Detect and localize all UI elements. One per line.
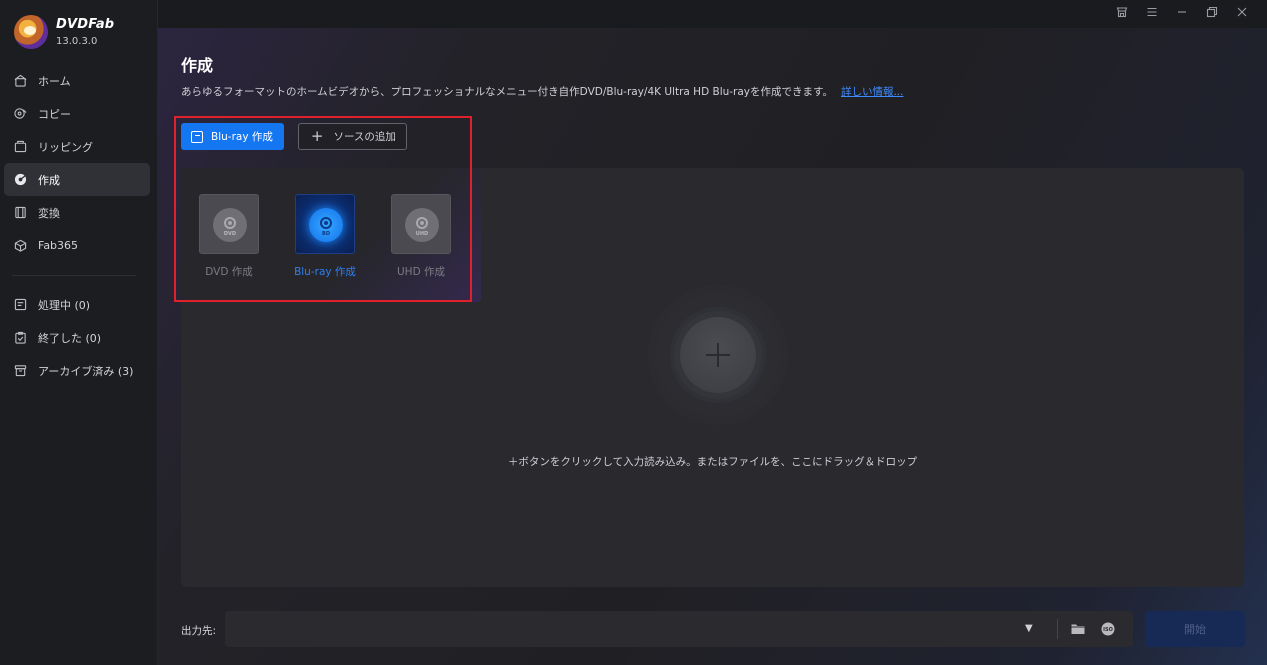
sidebar-divider — [12, 275, 136, 276]
output-divider — [1057, 619, 1058, 639]
add-source-button[interactable]: + ソースの追加 — [297, 123, 407, 150]
dvd-creator-option[interactable]: DVD DVD 作成 — [189, 194, 269, 279]
disc-tag: UHD — [415, 231, 429, 237]
dvd-disc-thumb: DVD — [199, 194, 259, 254]
disc-tag: BD — [322, 231, 330, 237]
dvd-creator-label: DVD 作成 — [205, 266, 253, 278]
ripper-icon — [14, 140, 27, 153]
bluray-creator-label: Blu-ray 作成 — [294, 266, 356, 278]
app-name: DVDFab — [56, 17, 115, 32]
bluray-disc-icon: BD — [309, 208, 343, 242]
sidebar: DVDFab 13.0.3.0 ホーム コピー リッピング 作成 変換 Fab3… — [0, 0, 158, 665]
uhd-creator-option[interactable]: UHD UHD 作成 — [381, 194, 461, 279]
toolbar: Blu-ray 作成 + ソースの追加 — [181, 123, 407, 150]
main-content: 作成 あらゆるフォーマットのホームビデオから、プロフェッショナルなメニュー付き自… — [158, 28, 1267, 665]
titlebar-controls — [1107, 3, 1257, 21]
description-text: あらゆるフォーマットのホームビデオから、プロフェッショナルなメニュー付き自作DV… — [181, 86, 833, 98]
sidebar-item-label: アーカイブ済み (3) — [38, 364, 134, 378]
sidebar-item-finished[interactable]: 終了した (0) — [4, 321, 150, 354]
app-window: DVDFab 13.0.3.0 ホーム コピー リッピング 作成 変換 Fab3… — [0, 0, 1267, 665]
uhd-creator-label: UHD 作成 — [396, 266, 445, 278]
sidebar-item-fab365[interactable]: Fab365 — [4, 229, 150, 262]
dvd-disc-icon: DVD — [213, 208, 247, 242]
page-title: 作成 — [181, 56, 214, 75]
uhd-disc-thumb: UHD — [391, 194, 451, 254]
creator-type-menu: DVD DVD 作成 BD Blu-ray 作成 UHD UHD 作成 — [181, 168, 481, 302]
creator-mode-button[interactable]: Blu-ray 作成 — [181, 123, 284, 150]
add-source-circle-button[interactable] — [648, 285, 788, 425]
chevron-down-icon[interactable]: ▼ — [1025, 623, 1037, 635]
page-description: あらゆるフォーマットのホームビデオから、プロフェッショナルなメニュー付き自作DV… — [181, 84, 903, 99]
add-source-label: ソースの追加 — [333, 131, 396, 143]
creator-icon — [14, 173, 27, 186]
sidebar-item-label: コピー — [38, 107, 71, 121]
sidebar-item-label: 終了した (0) — [38, 331, 102, 345]
minimize-icon[interactable] — [1167, 3, 1197, 21]
creator-mode-label: Blu-ray 作成 — [211, 131, 273, 143]
more-info-link[interactable]: 詳しい情報... — [841, 86, 904, 98]
brand: DVDFab 13.0.3.0 — [14, 15, 114, 49]
sidebar-item-label: ホーム — [38, 74, 71, 88]
sidebar-item-archived[interactable]: アーカイブ済み (3) — [4, 354, 150, 387]
home-icon — [14, 74, 27, 87]
sidebar-item-label: 変換 — [38, 206, 60, 220]
fab365-icon — [14, 239, 27, 252]
sidebar-item-ripper[interactable]: リッピング — [4, 130, 150, 163]
sidebar-item-label: 作成 — [38, 173, 60, 187]
sidebar-item-label: リッピング — [38, 140, 93, 154]
folder-icon[interactable] — [1070, 621, 1086, 637]
start-button[interactable]: 開始 — [1145, 611, 1245, 647]
queue-icon — [14, 298, 27, 311]
app-version: 13.0.3.0 — [56, 36, 98, 47]
sidebar-item-creator[interactable]: 作成 — [4, 163, 150, 196]
svg-text:ISO: ISO — [1103, 627, 1113, 633]
iso-icon[interactable]: ISO — [1100, 621, 1116, 637]
film-icon — [14, 206, 27, 219]
output-label: 出力先: — [181, 625, 217, 637]
big-plus-icon[interactable] — [680, 317, 756, 393]
plus-icon: + — [310, 127, 324, 145]
archive-icon — [14, 364, 27, 377]
sidebar-item-home[interactable]: ホーム — [4, 64, 150, 97]
bluray-disc-thumb: BD — [295, 194, 355, 254]
close-icon[interactable] — [1227, 3, 1257, 21]
sidebar-item-label: Fab365 — [38, 239, 79, 252]
output-path-field[interactable]: ▼ ISO — [225, 611, 1133, 647]
uhd-disc-icon: UHD — [405, 208, 439, 242]
sidebar-item-label: 処理中 (0) — [38, 298, 91, 312]
mode-switch-icon — [191, 130, 203, 143]
menu-icon[interactable] — [1137, 3, 1167, 21]
disc-tag: DVD — [223, 231, 237, 237]
restore-icon[interactable] — [1197, 3, 1227, 21]
dvdfab-logo-icon — [14, 15, 48, 49]
sidebar-item-copy[interactable]: コピー — [4, 97, 150, 130]
clipboard-icon — [14, 331, 27, 344]
sidebar-item-converter[interactable]: 変換 — [4, 196, 150, 229]
drop-zone-hint: ＋ボタンをクリックして入力読み込み。またはファイルを、ここにドラッグ＆ドロップ — [507, 456, 918, 468]
copy-icon — [14, 107, 27, 120]
bluray-creator-option[interactable]: BD Blu-ray 作成 — [285, 194, 365, 279]
sidebar-item-queue[interactable]: 処理中 (0) — [4, 288, 150, 321]
shop-icon[interactable] — [1107, 3, 1137, 21]
sidebar-nav: ホーム コピー リッピング 作成 変換 Fab365 処理中 (0) 終了した … — [0, 64, 158, 387]
